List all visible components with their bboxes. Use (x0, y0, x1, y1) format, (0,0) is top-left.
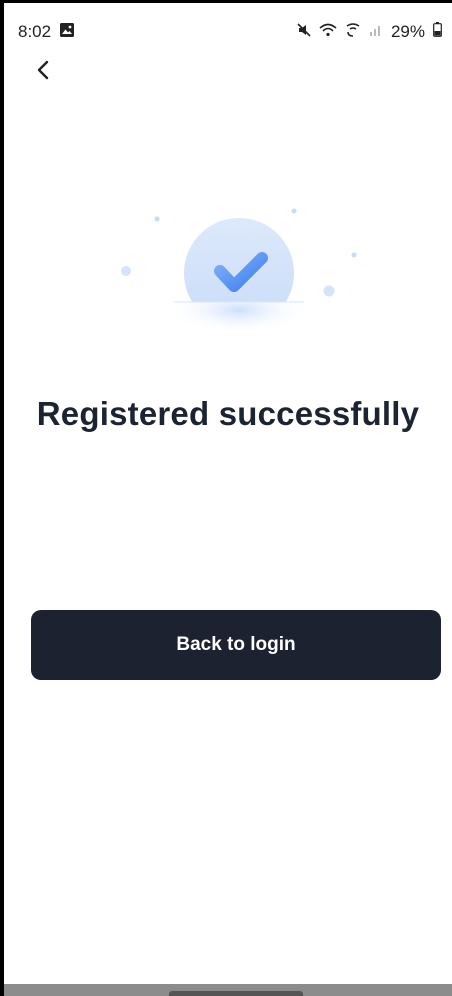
status-time: 8:02 (18, 22, 52, 41)
decor-dot (154, 216, 160, 222)
back-button[interactable] (28, 57, 58, 87)
wifi-calling-icon (345, 22, 361, 42)
chevron-left-icon (36, 60, 50, 85)
battery-icon (433, 22, 442, 42)
gallery-icon (59, 22, 75, 43)
system-nav-bar (4, 984, 452, 996)
decor-dot (351, 252, 357, 258)
decor-dot (291, 208, 297, 214)
page-title: Registered successfully (36, 395, 420, 432)
button-label: Back to login (176, 634, 296, 655)
battery-percent: 29% (390, 22, 425, 41)
status-bar: 8:02 29% (18, 17, 442, 47)
app-screen: 8:02 29% Registered successfully Back to… (0, 0, 452, 996)
mute-icon (297, 22, 311, 42)
signal-icon (369, 22, 383, 42)
back-to-login-button[interactable]: Back to login (31, 610, 441, 680)
wifi-icon (319, 22, 337, 42)
decor-dot (121, 266, 131, 276)
success-illustration (104, 198, 374, 358)
decor-dot (323, 285, 335, 297)
home-indicator[interactable] (169, 991, 303, 996)
